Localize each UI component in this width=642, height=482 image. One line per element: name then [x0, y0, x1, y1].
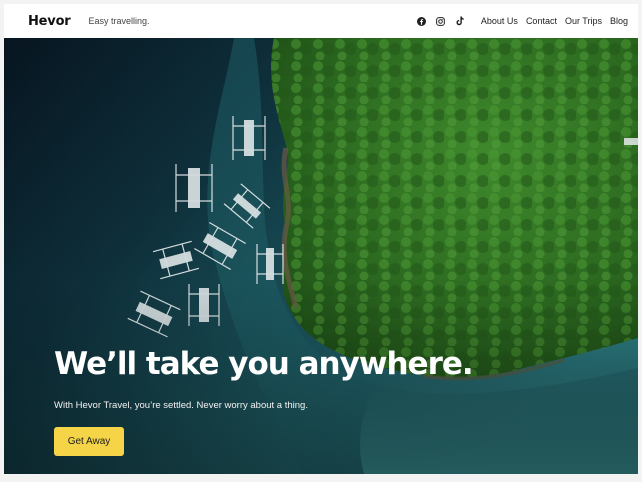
main-nav: About Us Contact Our Trips Blog: [481, 16, 628, 26]
nav-about-us[interactable]: About Us: [481, 16, 518, 26]
instagram-icon[interactable]: [436, 16, 446, 26]
tiktok-icon[interactable]: [455, 16, 465, 26]
site-tagline: Easy travelling.: [88, 16, 150, 26]
facebook-icon[interactable]: [417, 16, 427, 26]
get-away-button[interactable]: Get Away: [54, 427, 124, 456]
hero-section: We’ll take you anywhere. With Hevor Trav…: [4, 38, 638, 474]
nav-contact[interactable]: Contact: [526, 16, 557, 26]
nav-our-trips[interactable]: Our Trips: [565, 16, 602, 26]
site-header: Hevor Easy travelling. About Us Contact …: [4, 4, 638, 38]
site-logo[interactable]: Hevor: [28, 14, 71, 29]
hero-title: We’ll take you anywhere.: [54, 346, 474, 382]
social-links: [417, 16, 465, 26]
nav-blog[interactable]: Blog: [610, 16, 628, 26]
page-frame: Hevor Easy travelling. About Us Contact …: [4, 4, 638, 474]
hero-subtitle: With Hevor Travel, you’re settled. Never…: [54, 400, 308, 411]
